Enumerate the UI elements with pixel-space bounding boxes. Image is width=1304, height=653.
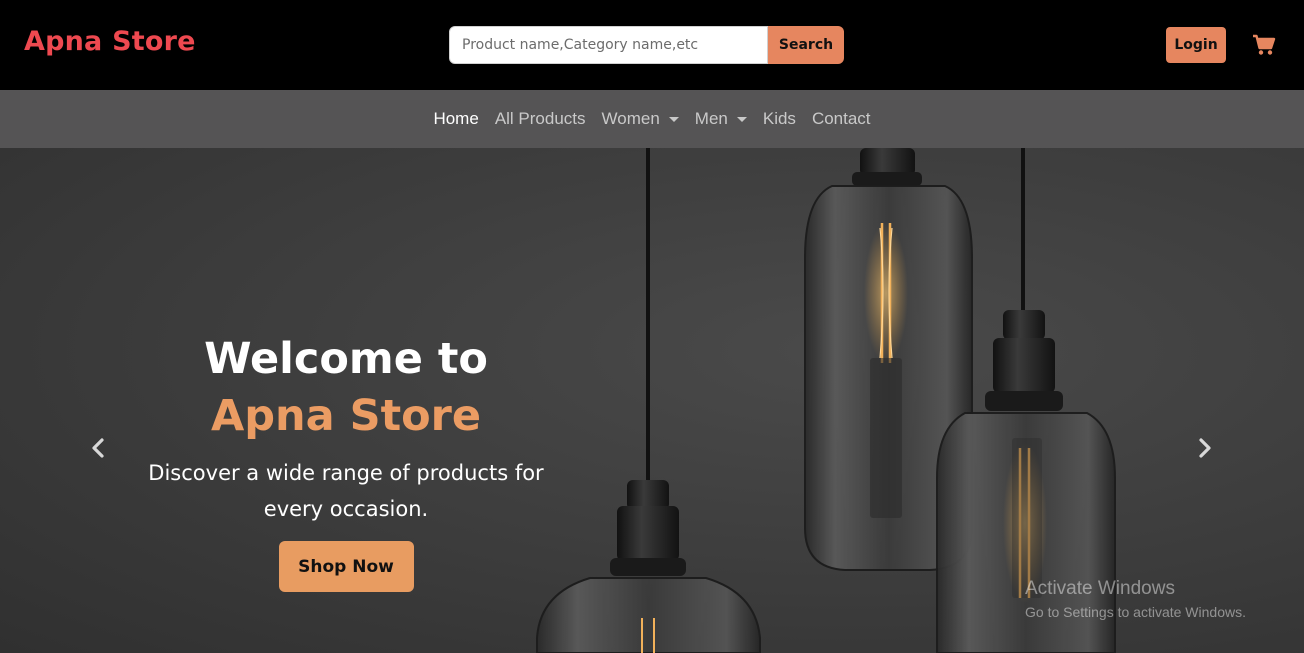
hero-caption: Welcome to Apna Store Discover a wide ra…: [146, 331, 546, 592]
search-form: Search: [449, 26, 844, 64]
search-button[interactable]: Search: [768, 26, 844, 64]
search-input[interactable]: [449, 26, 768, 64]
nav-home[interactable]: Home: [425, 109, 486, 129]
nav-kids[interactable]: Kids: [755, 109, 804, 129]
nav-women-dropdown[interactable]: Women: [594, 109, 687, 129]
nav-all-products[interactable]: All Products: [487, 109, 594, 129]
nav-home-label: Home: [433, 109, 479, 128]
nav-all-products-label: All Products: [494, 109, 586, 128]
top-header: Apna Store Search Login: [0, 0, 1304, 90]
hero-carousel: Welcome to Apna Store Discover a wide ra…: [0, 148, 1304, 653]
nav-men-dropdown[interactable]: Men: [687, 109, 755, 129]
chevron-left-icon[interactable]: [88, 436, 108, 460]
cart-icon[interactable]: [1252, 34, 1276, 56]
hero-title-line2: Apna Store: [210, 391, 482, 441]
watermark-subtitle: Go to Settings to activate Windows.: [1025, 604, 1246, 620]
nav-contact-label: Contact: [811, 109, 871, 128]
activate-windows-watermark: Activate Windows Go to Settings to activ…: [1025, 578, 1246, 620]
watermark-title: Activate Windows: [1025, 578, 1175, 599]
hero-title-line1: Welcome to: [204, 334, 488, 384]
brand-logo[interactable]: Apna Store: [24, 26, 196, 57]
login-button[interactable]: Login: [1166, 27, 1226, 63]
main-nav: Home All Products Women Men Kids Contact: [0, 90, 1304, 148]
nav-contact[interactable]: Contact: [804, 109, 879, 129]
nav-kids-label: Kids: [762, 109, 796, 128]
nav-men-label: Men: [694, 109, 728, 128]
caret-down-icon: [668, 116, 679, 122]
caret-down-icon: [736, 116, 747, 122]
chevron-right-icon[interactable]: [1195, 436, 1215, 460]
shop-now-button[interactable]: Shop Now: [278, 541, 414, 592]
nav-women-label: Women: [601, 109, 660, 128]
hero-description: Discover a wide range of products for ev…: [148, 461, 544, 521]
